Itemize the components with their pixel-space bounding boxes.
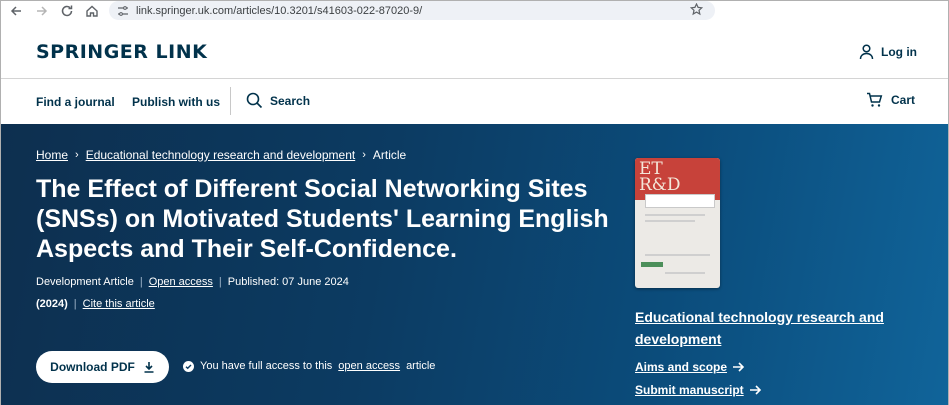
- journal-title-link[interactable]: Educational technology research and deve…: [635, 306, 905, 350]
- aims-scope-link[interactable]: Aims and scope: [635, 360, 745, 374]
- access-suffix: article: [406, 360, 436, 372]
- cart-icon: [866, 92, 883, 107]
- cover-title-band: [645, 194, 715, 208]
- publish-link[interactable]: Publish with us: [132, 95, 220, 109]
- home-icon[interactable]: [84, 3, 100, 19]
- site-settings-icon[interactable]: [116, 4, 130, 18]
- cover-line: [645, 254, 710, 256]
- cover-line: [645, 214, 705, 216]
- search-icon: [246, 92, 263, 109]
- search-button[interactable]: Search: [246, 92, 310, 109]
- springer-link-logo[interactable]: SPRINGER LINK: [36, 41, 207, 63]
- chevron-right-icon: ›: [75, 149, 79, 161]
- article-meta-2: (2024) | Cite this article: [36, 298, 155, 310]
- cover-logo: ET R&D: [639, 161, 681, 195]
- access-prefix: You have full access to this: [200, 360, 333, 372]
- browser-toolbar: link.springer.uk.com/articles/10.3201/s4…: [1, 1, 948, 23]
- aims-scope-label: Aims and scope: [635, 360, 728, 374]
- article-meta: Development Article | Open access | Publ…: [36, 276, 349, 288]
- cover-badge: [641, 262, 663, 267]
- article-title: The Effect of Different Social Networkin…: [36, 175, 609, 263]
- search-label: Search: [270, 93, 311, 108]
- login-button[interactable]: Log in: [859, 44, 917, 60]
- download-icon: [144, 362, 154, 373]
- submit-manuscript-link[interactable]: Submit manuscript: [635, 383, 762, 397]
- cart-label: Cart: [890, 93, 915, 107]
- reload-icon[interactable]: [59, 3, 75, 19]
- login-label: Log in: [881, 45, 917, 59]
- cover-line: [665, 272, 705, 274]
- submit-label: Submit manuscript: [635, 383, 744, 397]
- article-year: (2024): [36, 298, 68, 310]
- cover-rd-text: R&D: [639, 175, 681, 195]
- check-circle-icon: [183, 360, 194, 372]
- open-access-notice-link[interactable]: open access: [338, 360, 400, 372]
- arrow-right-icon: [749, 385, 761, 395]
- breadcrumb-journal[interactable]: Educational technology research and deve…: [86, 148, 356, 162]
- chevron-right-icon: ›: [362, 149, 366, 161]
- cite-link[interactable]: Cite this article: [83, 298, 155, 310]
- main-nav: Find a journal Publish with us Search Ca…: [1, 79, 948, 124]
- breadcrumb: Home › Educational technology research a…: [36, 148, 406, 162]
- access-notice: You have full access to this open access…: [183, 360, 435, 372]
- back-arrow-icon[interactable]: [8, 3, 24, 19]
- download-pdf-button[interactable]: Download PDF: [36, 351, 169, 383]
- url-text: link.springer.uk.com/articles/10.3201/s4…: [136, 4, 423, 17]
- site-header: SPRINGER LINK Log in: [1, 23, 948, 79]
- bookmark-star-icon[interactable]: [689, 2, 704, 17]
- nav-divider: [230, 87, 231, 115]
- arrow-right-icon: [733, 362, 745, 372]
- open-access-link[interactable]: Open access: [149, 276, 213, 288]
- breadcrumb-home[interactable]: Home: [36, 148, 68, 162]
- meta-separator: |: [218, 276, 222, 288]
- user-icon: [859, 44, 874, 60]
- forward-arrow-icon[interactable]: [34, 3, 50, 19]
- journal-cover-image[interactable]: ET R&D: [635, 158, 720, 288]
- published-date: Published: 07 June 2024: [227, 276, 349, 288]
- cart-button[interactable]: Cart: [866, 92, 915, 108]
- cover-line: [645, 220, 695, 222]
- article-type: Development Article: [36, 276, 134, 288]
- article-hero: Home › Educational technology research a…: [1, 124, 948, 405]
- meta-separator: |: [73, 298, 77, 310]
- download-label: Download PDF: [50, 360, 135, 374]
- meta-separator: |: [139, 276, 143, 288]
- address-bar[interactable]: link.springer.uk.com/articles/10.3201/s4…: [109, 1, 715, 20]
- breadcrumb-current: Article: [372, 148, 407, 162]
- find-journal-link[interactable]: Find a journal: [36, 95, 115, 109]
